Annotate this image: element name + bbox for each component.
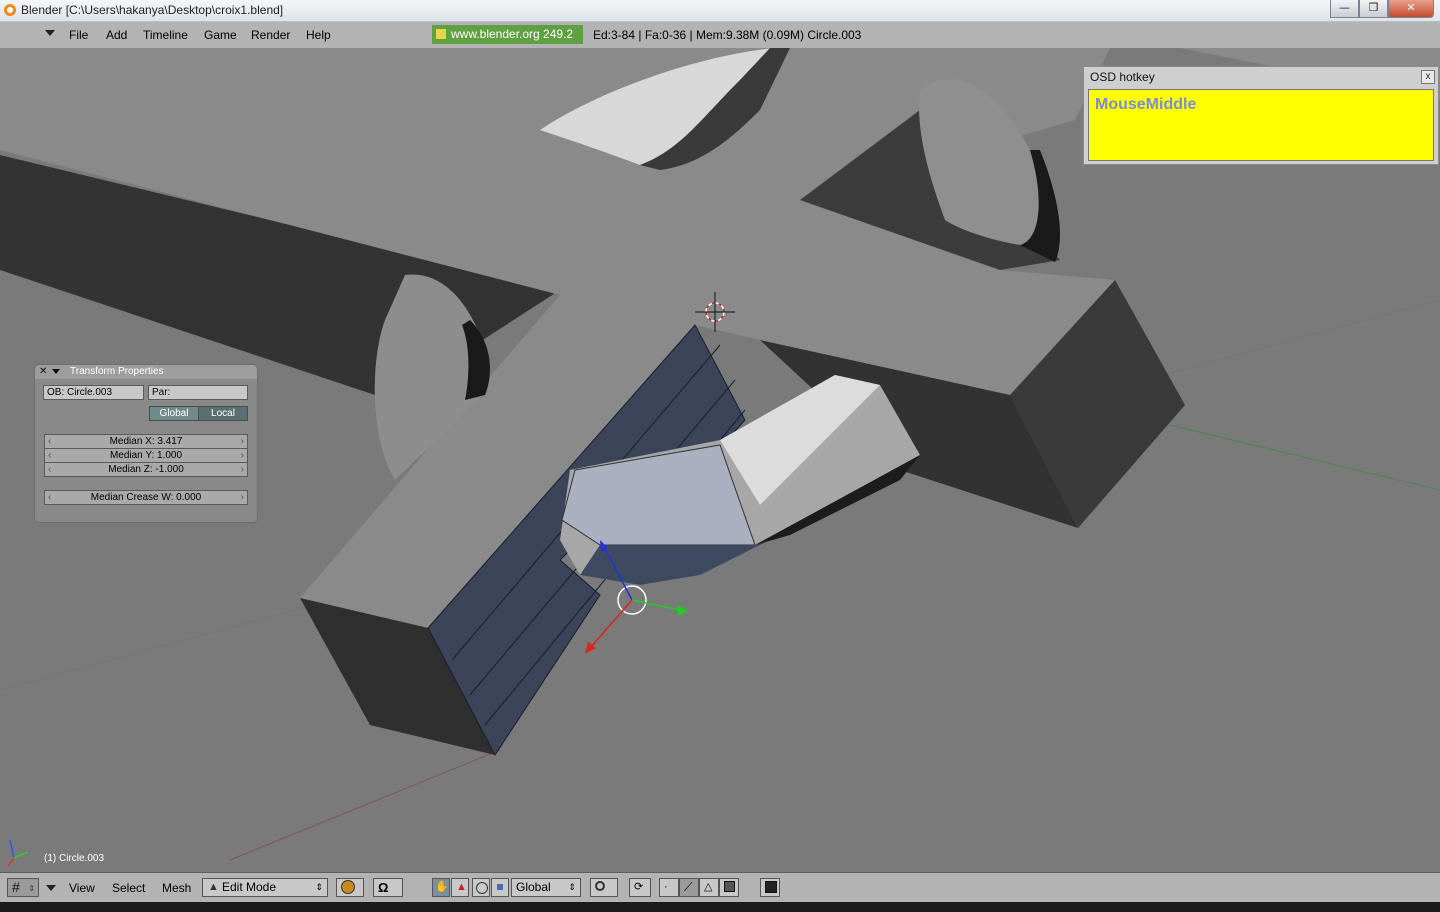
3d-view-header: # ⇕ View Select Mesh ▲ Edit Mode ⇕ Ω ✋ ▲…: [0, 872, 1440, 903]
edge-select-button[interactable]: ⟋: [679, 878, 699, 897]
blender-logo-icon: [436, 29, 446, 39]
object-name-field[interactable]: OB: Circle.003: [43, 385, 144, 400]
x-axis-grid-line: [1169, 424, 1440, 491]
y-axis-grid-line: [229, 749, 501, 861]
osd-hotkey-text: MouseMiddle: [1095, 96, 1197, 113]
occlude-geometry-button[interactable]: [719, 878, 739, 897]
mode-selector-label: Edit Mode: [222, 880, 277, 894]
orientation-label: Global: [516, 880, 551, 894]
render-preview-button[interactable]: [760, 878, 780, 897]
edit-mode-icon: ▲: [208, 881, 219, 893]
local-toggle-button[interactable]: Local: [198, 406, 248, 421]
menu-render[interactable]: Render: [251, 28, 290, 42]
translate-icon: ▲: [456, 881, 467, 893]
menu-view[interactable]: View: [69, 881, 95, 895]
solid-shading-icon: [341, 880, 355, 894]
vertex-select-icon: ·: [664, 881, 668, 893]
grid-icon: #: [12, 879, 20, 895]
orientation-selector[interactable]: Global ⇕: [511, 878, 581, 897]
axis-orientation-icon: [7, 839, 29, 867]
maximize-button[interactable]: ❐: [1359, 0, 1388, 18]
transform-properties-panel: ✕ Transform Properties OB: Circle.003 Pa…: [34, 364, 258, 523]
translate-manipulator-button[interactable]: ▲: [451, 878, 469, 897]
hand-icon: ✋: [435, 881, 449, 893]
median-y-field[interactable]: Median Y: 1.000: [44, 448, 248, 463]
menu-file[interactable]: File: [69, 28, 88, 42]
osd-close-button[interactable]: x: [1421, 70, 1435, 84]
info-header: File Add Timeline Game Render Help www.b…: [0, 22, 1440, 49]
global-toggle-button[interactable]: Global: [149, 406, 199, 421]
panel-close-icon[interactable]: ✕: [39, 366, 47, 377]
menu-help[interactable]: Help: [306, 28, 331, 42]
face-select-button[interactable]: △: [699, 878, 719, 897]
pivot-point-button[interactable]: Ω: [373, 878, 403, 897]
scene-stats: Ed:3-84 | Fa:0-36 | Mem:9.38M (0.09M) Ci…: [593, 28, 862, 42]
chevron-updown-icon: ⇕: [568, 882, 576, 892]
cube-icon: [724, 881, 735, 892]
menu-mesh[interactable]: Mesh: [162, 881, 191, 895]
scale-manipulator-button[interactable]: [491, 878, 509, 897]
scale-icon: [497, 884, 503, 890]
snap-icon: ⟳: [634, 881, 644, 893]
median-z-field[interactable]: Median Z: -1.000: [44, 462, 248, 477]
parent-field[interactable]: Par:: [148, 385, 248, 400]
chevron-updown-icon: ⇕: [28, 884, 35, 893]
panel-title: Transform Properties: [70, 366, 164, 377]
rotate-icon: [476, 882, 488, 894]
window-titlebar: Blender [C:\Users\hakanya\Desktop\croix1…: [0, 0, 1440, 22]
mode-selector[interactable]: ▲ Edit Mode ⇕: [202, 878, 328, 897]
manipulator-toggle[interactable]: ✋: [432, 878, 450, 897]
osd-title: OSD hotkey: [1090, 70, 1155, 84]
active-object-label: (1) Circle.003: [44, 853, 105, 864]
osd-hotkey-window: OSD hotkey x MouseMiddle: [1083, 66, 1439, 165]
minimize-button[interactable]: —: [1330, 0, 1359, 18]
render-icon: [765, 881, 777, 893]
chevron-updown-icon: ⇕: [315, 882, 323, 892]
menu-select[interactable]: Select: [112, 881, 145, 895]
window-controls: — ❐ ✕: [1330, 0, 1434, 18]
editor-type-button[interactable]: # ⇕: [7, 878, 39, 897]
face-select-icon: △: [704, 881, 713, 893]
menu-add[interactable]: Add: [106, 28, 127, 42]
header-menu-collapse-icon[interactable]: [45, 30, 55, 36]
blender-app-icon: [4, 4, 16, 16]
blender-org-link-label: www.blender.org 249.2: [451, 27, 574, 41]
rotate-manipulator-button[interactable]: [472, 878, 490, 897]
proportional-edit-button[interactable]: [590, 878, 618, 897]
window-bottom-edge: [0, 902, 1440, 912]
window-title: Blender [C:\Users\hakanya\Desktop\croix1…: [21, 3, 284, 17]
edge-select-icon: ⟋: [684, 880, 693, 894]
osd-display: MouseMiddle: [1088, 89, 1434, 161]
magnet-icon: Ω: [378, 880, 389, 895]
proportional-edit-icon: [595, 881, 605, 891]
menu-timeline[interactable]: Timeline: [143, 28, 188, 42]
snap-button[interactable]: ⟳: [629, 878, 651, 897]
median-x-field[interactable]: Median X: 3.417: [44, 434, 248, 449]
close-button[interactable]: ✕: [1388, 0, 1434, 18]
panel-collapse-icon[interactable]: [52, 369, 60, 374]
menu-game[interactable]: Game: [204, 28, 237, 42]
header-menu-collapse-icon[interactable]: [46, 885, 56, 891]
vertex-select-button[interactable]: ·: [659, 878, 679, 897]
shading-mode-button[interactable]: [336, 878, 364, 897]
panel-header[interactable]: ✕ Transform Properties: [35, 365, 257, 379]
blender-org-link[interactable]: www.blender.org 249.2: [432, 25, 583, 44]
median-crease-field[interactable]: Median Crease W: 0.000: [44, 490, 248, 505]
